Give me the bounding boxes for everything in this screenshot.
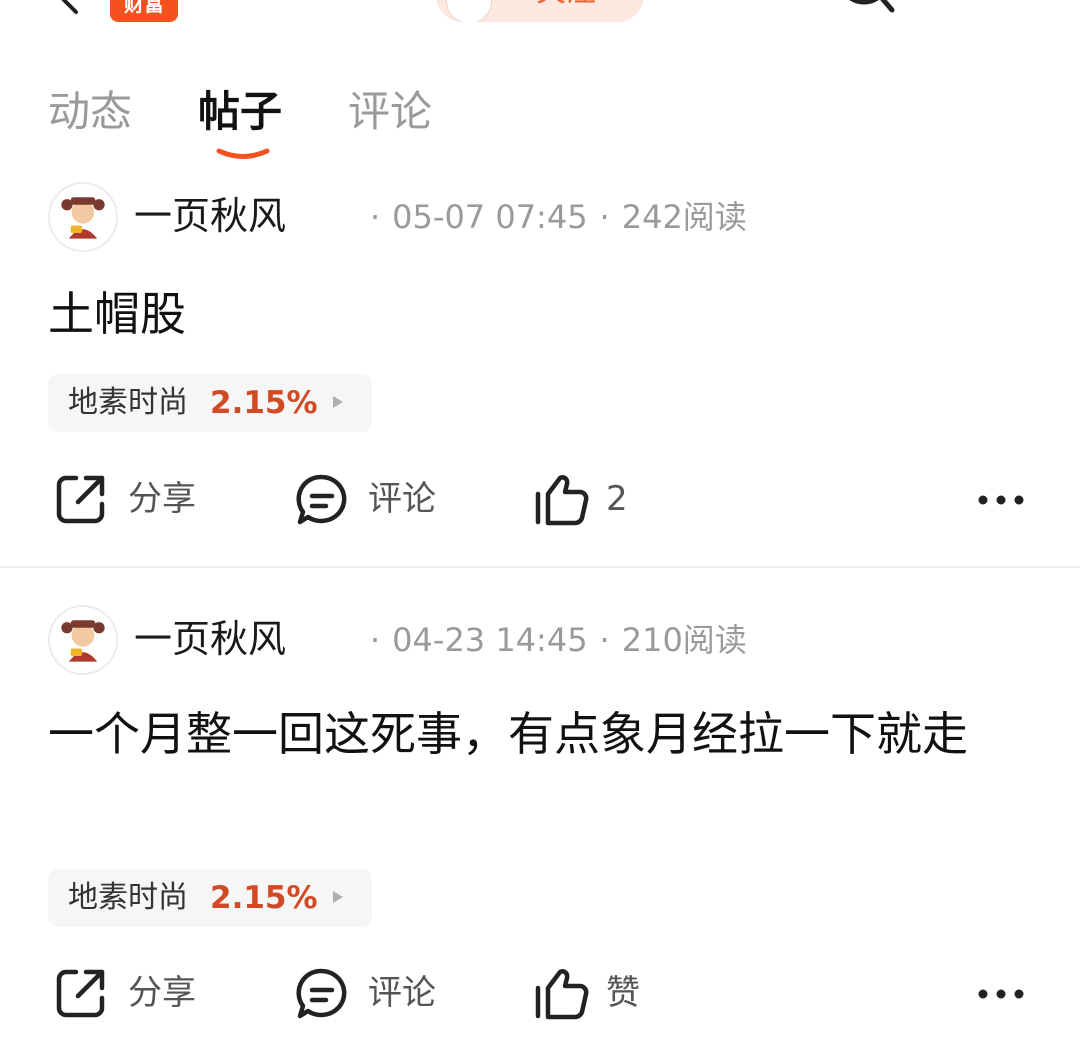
- post-text[interactable]: 一个月整一回这死事，有点象月经拉一下就走: [48, 700, 1032, 768]
- meta-separator: ·: [370, 621, 381, 659]
- read-count: 242阅读: [621, 198, 747, 236]
- like-button[interactable]: 2: [532, 468, 652, 532]
- active-tab-indicator: [216, 148, 270, 159]
- read-count: 210阅读: [621, 621, 747, 659]
- follow-label: 关注: [536, 0, 596, 12]
- author-name[interactable]: 一页秋风: [134, 190, 286, 242]
- meta-separator: ·: [599, 198, 610, 236]
- author-row: 一页秋风 · 04-23 14:45 · 210阅读: [48, 605, 1048, 677]
- stock-change: 2.15%: [210, 385, 318, 421]
- share-icon: [56, 475, 105, 524]
- post-meta: · 05-07 07:45 · 242阅读: [358, 194, 747, 240]
- like-button[interactable]: 赞: [532, 962, 652, 1026]
- action-row: 分享 评论 赞: [0, 962, 1080, 1026]
- comment-label: 评论: [368, 479, 436, 519]
- share-button[interactable]: 分享: [54, 468, 204, 532]
- share-label: 分享: [128, 973, 196, 1013]
- more-options-icon[interactable]: [976, 980, 1026, 1008]
- follow-button[interactable]: 关注: [436, 0, 644, 22]
- avatar[interactable]: [48, 605, 118, 675]
- post-text[interactable]: 土帽股: [48, 280, 1032, 348]
- tab-comments[interactable]: 评论: [348, 80, 432, 144]
- author-name[interactable]: 一页秋风: [134, 613, 286, 665]
- brand-badge: 财富: [110, 0, 178, 22]
- user-avatar-mini: [446, 0, 492, 22]
- share-icon: [56, 969, 105, 1018]
- comment-button[interactable]: 评论: [294, 468, 444, 532]
- play-arrow-icon: [333, 891, 343, 903]
- post-divider: [0, 566, 1080, 568]
- play-arrow-icon: [333, 396, 343, 408]
- avatar[interactable]: [48, 182, 118, 252]
- stock-name: 地素时尚: [68, 880, 188, 915]
- profile-tabs: 动态 帖子 评论: [0, 80, 1080, 170]
- like-count: 2: [606, 479, 628, 519]
- stock-name: 地素时尚: [68, 385, 188, 420]
- action-row: 分享 评论 2: [0, 468, 1080, 532]
- share-label: 分享: [128, 479, 196, 519]
- more-options-icon[interactable]: [976, 486, 1026, 514]
- top-bar: 财富 关注: [0, 0, 1080, 40]
- comment-label: 评论: [368, 973, 436, 1013]
- stock-change: 2.15%: [210, 880, 318, 916]
- post-date: 04-23 14:45: [392, 621, 588, 659]
- thumbs-up-icon: [535, 969, 589, 1020]
- stock-chip[interactable]: 地素时尚 2.15%: [48, 869, 372, 927]
- comment-bubble-icon: [296, 474, 347, 525]
- meta-separator: ·: [599, 621, 610, 659]
- post-date: 05-07 07:45: [392, 198, 588, 236]
- avatar-figure-icon: [61, 197, 105, 239]
- author-row: 一页秋风 · 05-07 07:45 · 242阅读: [48, 182, 1048, 254]
- tab-posts[interactable]: 帖子: [198, 80, 282, 144]
- thumbs-up-icon: [535, 475, 589, 526]
- stock-chip[interactable]: 地素时尚 2.15%: [48, 374, 372, 432]
- share-button[interactable]: 分享: [54, 962, 204, 1026]
- comment-bubble-icon: [296, 968, 347, 1019]
- tab-activity[interactable]: 动态: [48, 80, 132, 144]
- search-icon[interactable]: [834, 0, 896, 18]
- avatar-figure-icon: [61, 620, 105, 662]
- like-label: 赞: [606, 973, 640, 1013]
- meta-separator: ·: [370, 198, 381, 236]
- back-icon[interactable]: [50, 0, 90, 18]
- post-meta: · 04-23 14:45 · 210阅读: [358, 617, 747, 663]
- comment-button[interactable]: 评论: [294, 962, 444, 1026]
